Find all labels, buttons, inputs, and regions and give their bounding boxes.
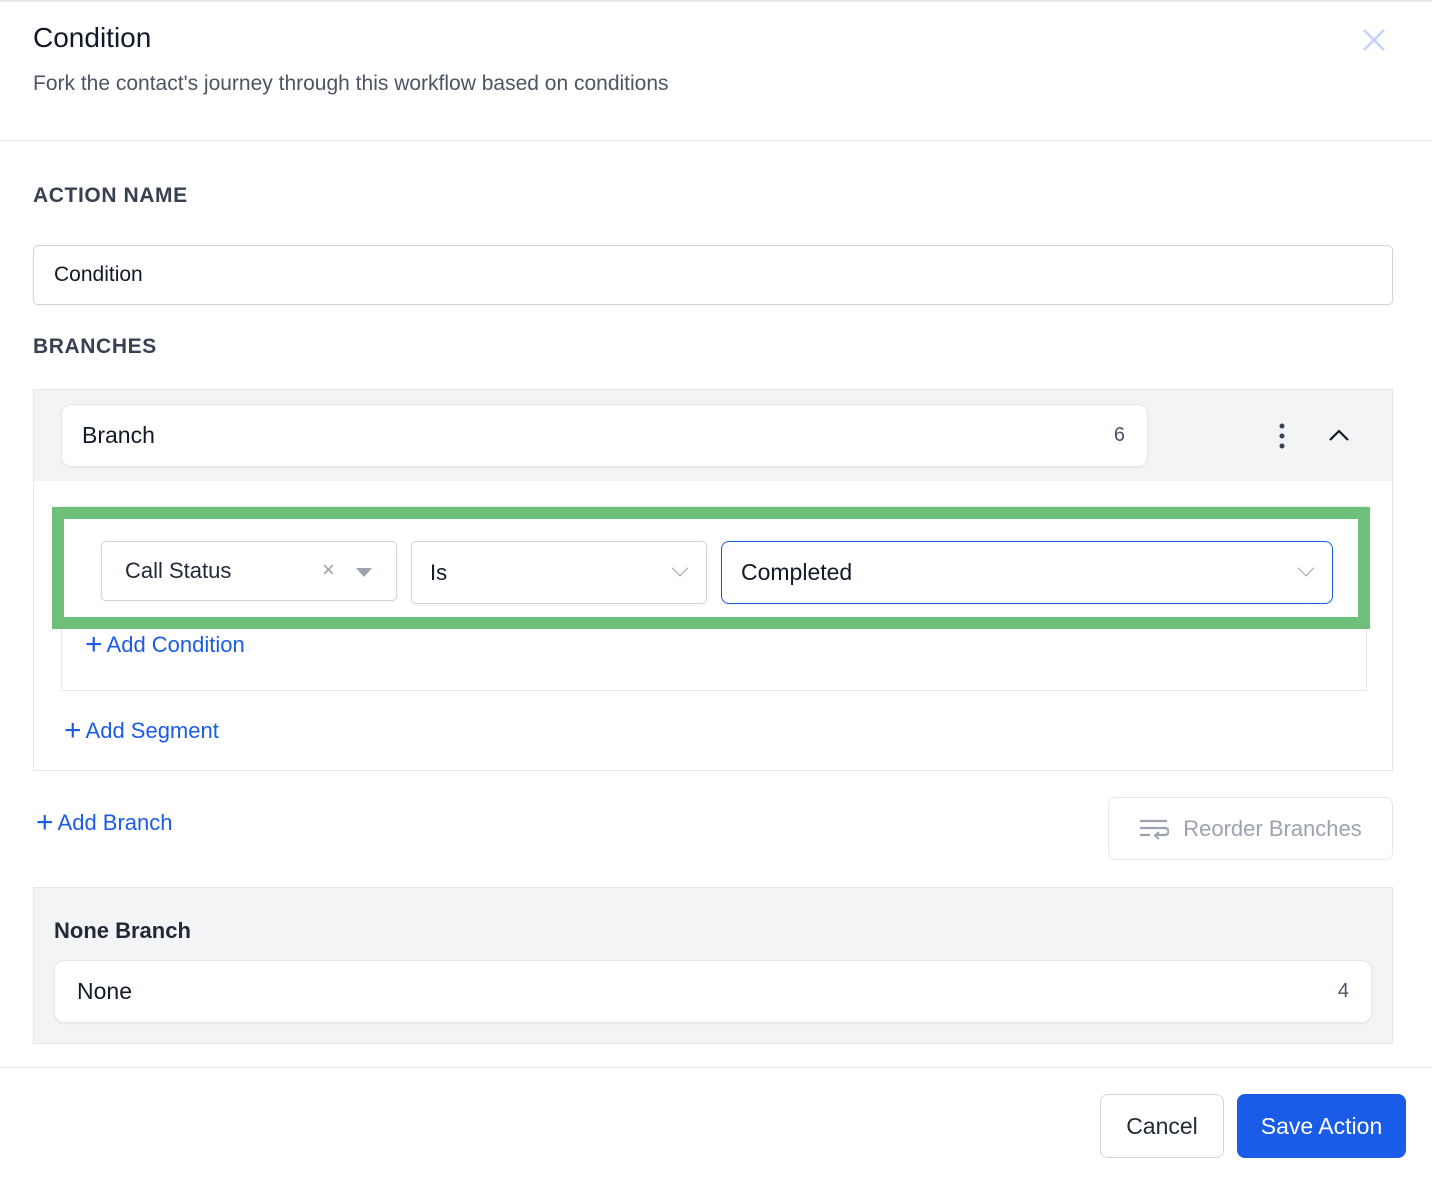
modal-subtitle: Fork the contact's journey through this … — [33, 72, 669, 95]
save-action-button[interactable]: Save Action — [1237, 1094, 1406, 1158]
chevron-up-icon[interactable] — [1328, 428, 1350, 442]
none-branch-panel: None Branch None 4 — [33, 887, 1393, 1044]
clear-icon[interactable]: × — [322, 557, 335, 583]
branch-char-count: 6 — [1113, 424, 1125, 446]
add-branch-label: Add Branch — [57, 810, 173, 835]
add-segment-label: Add Segment — [85, 718, 219, 743]
action-name-value: Condition — [54, 263, 143, 286]
add-segment-button[interactable]: + Add Segment — [64, 716, 219, 746]
top-border — [0, 0, 1432, 2]
plus-icon: + — [85, 628, 103, 661]
branch-name: Branch — [82, 422, 155, 448]
reorder-icon — [1140, 819, 1170, 840]
add-condition-label: Add Condition — [106, 632, 245, 657]
add-condition-button[interactable]: + Add Condition — [85, 630, 245, 660]
condition-operator-value: Is — [430, 559, 448, 585]
condition-value: Completed — [741, 559, 853, 585]
chevron-down-icon — [671, 559, 689, 577]
condition-field-value: Call Status — [125, 558, 232, 583]
chevron-down-icon — [1297, 559, 1315, 577]
cancel-button[interactable]: Cancel — [1100, 1094, 1224, 1158]
condition-field-select[interactable]: Call Status × — [101, 541, 397, 601]
none-branch-char-count: 4 — [1337, 980, 1349, 1002]
reorder-branches-button[interactable]: Reorder Branches — [1108, 797, 1393, 860]
plus-icon: + — [36, 806, 54, 839]
condition-operator-select[interactable]: Is — [411, 541, 707, 604]
branch-name-input[interactable]: Branch 6 — [61, 404, 1148, 467]
kebab-menu-icon[interactable] — [1277, 422, 1287, 450]
branches-label: BRANCHES — [33, 335, 157, 358]
caret-down-icon — [356, 568, 372, 577]
action-name-label: ACTION NAME — [33, 184, 188, 207]
condition-value-select[interactable]: Completed — [721, 541, 1333, 604]
reorder-branches-label: Reorder Branches — [1183, 815, 1362, 841]
none-branch-title: None Branch — [54, 918, 191, 943]
none-branch-name: None — [77, 978, 132, 1004]
modal-title: Condition — [33, 22, 152, 53]
action-name-input[interactable]: Condition — [33, 245, 1393, 305]
none-branch-input[interactable]: None 4 — [54, 960, 1372, 1023]
close-icon[interactable] — [1360, 26, 1388, 54]
plus-icon: + — [64, 714, 82, 747]
branch-panel: Branch 6 Call Status × Is Completed + Add… — [33, 389, 1393, 771]
header-divider — [0, 140, 1432, 141]
add-branch-button[interactable]: + Add Branch — [36, 808, 173, 838]
footer-divider — [0, 1067, 1432, 1068]
